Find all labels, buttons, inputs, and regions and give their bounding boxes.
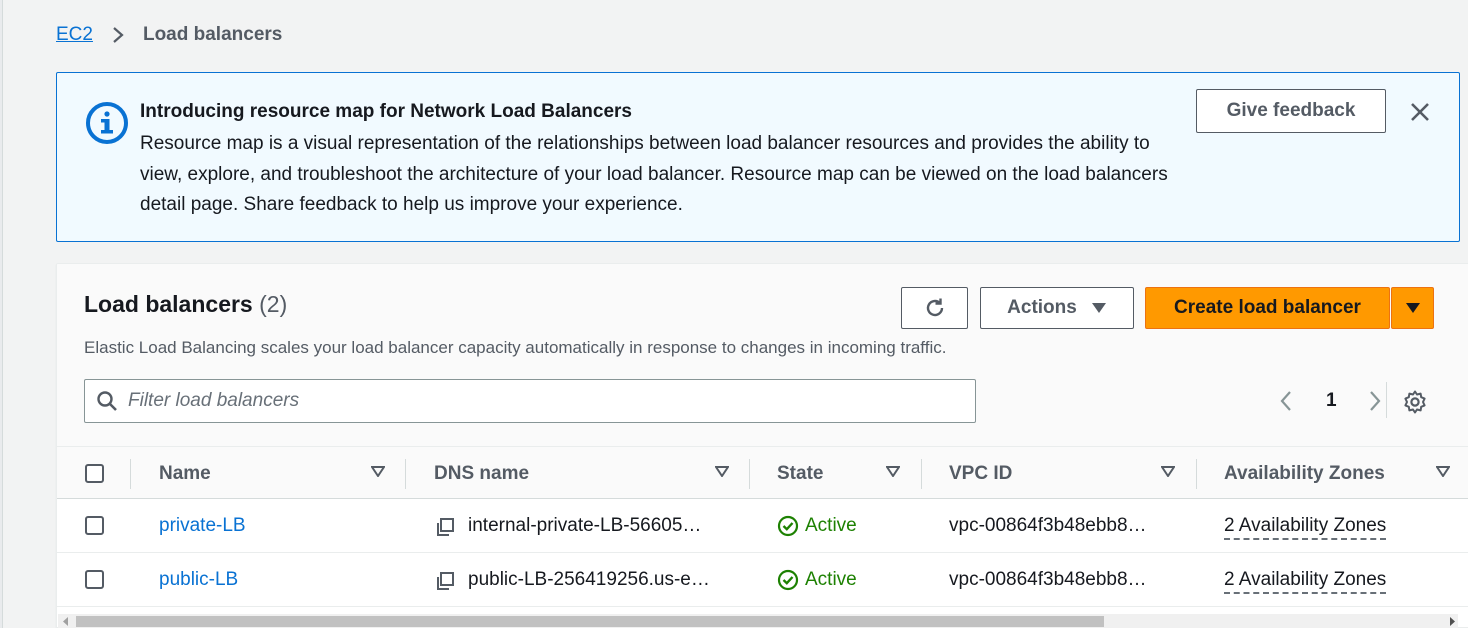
actions-label: Actions [1007,297,1077,318]
row-checkbox[interactable] [85,570,104,589]
row-checkbox[interactable] [85,516,104,535]
availability-zones-popover[interactable]: 2 Availability Zones [1224,569,1387,594]
scroll-left-arrow-icon[interactable] [62,617,70,626]
column-header-state[interactable]: State [777,463,823,485]
gear-icon[interactable] [1402,389,1428,415]
column-divider [749,459,750,489]
panel-count: (2) [259,291,288,317]
table-row[interactable]: public-LB public-LB-256419256.us-e… Acti… [57,553,1468,607]
success-check-icon [777,515,799,537]
actions-dropdown-button[interactable]: Actions [980,287,1134,329]
state-indicator: Active [777,569,857,591]
pagination: 1 [1273,387,1388,415]
banner-body: Resource map is a visual representation … [140,133,1168,215]
load-balancers-panel: Load balancers (2) Elastic Load Balancin… [56,263,1468,628]
table-header: Name DNS name State VPC ID Availability … [57,446,1468,499]
page-number[interactable]: 1 [1326,390,1337,412]
column-divider [921,459,922,489]
scrollbar-thumb[interactable] [76,616,1104,627]
state-label: Active [805,515,857,536]
close-icon[interactable] [1409,101,1431,123]
column-divider [130,459,131,489]
copy-icon[interactable] [435,571,455,591]
column-header-vpc[interactable]: VPC ID [949,463,1012,485]
select-all-checkbox[interactable] [85,464,104,483]
success-check-icon [777,569,799,591]
state-label: Active [805,569,857,590]
search-icon [96,390,118,412]
give-feedback-button[interactable]: Give feedback [1196,89,1386,133]
breadcrumb: EC2 Load balancers [56,24,282,46]
panel-header: Load balancers (2) Elastic Load Balancin… [57,264,1468,446]
create-load-balancer-button[interactable]: Create load balancer [1145,287,1390,329]
filter-input[interactable] [128,390,948,412]
panel-description: Elastic Load Balancing scales your load … [84,338,947,357]
copy-icon[interactable] [435,517,455,537]
column-divider [405,459,406,489]
chevron-right-icon[interactable] [1362,387,1388,415]
left-edge [0,0,3,628]
sort-caret-down-icon[interactable] [1161,466,1175,477]
vpc-id-value: vpc-00864f3b48ebb8… [949,569,1147,590]
table-row[interactable]: private-LB internal-private-LB-56605… Ac… [57,499,1468,553]
info-icon [84,100,130,146]
sort-caret-down-icon[interactable] [886,466,900,477]
column-divider [1196,459,1197,489]
scroll-right-arrow-icon[interactable] [1448,617,1456,626]
column-header-name[interactable]: Name [159,463,211,485]
create-options-dropdown-button[interactable] [1391,287,1434,329]
caret-down-icon [1405,302,1421,314]
dns-name-value: internal-private-LB-56605… [468,515,702,536]
panel-title-text: Load balancers [84,291,253,317]
vpc-id-value: vpc-00864f3b48ebb8… [949,515,1147,536]
state-indicator: Active [777,515,857,537]
refresh-icon [923,296,947,320]
sort-caret-down-icon[interactable] [371,466,385,477]
column-header-dns[interactable]: DNS name [434,463,529,485]
chevron-right-icon [111,25,125,45]
dns-name-value: public-LB-256419256.us-e… [468,569,710,590]
refresh-button[interactable] [901,287,968,329]
availability-zones-popover[interactable]: 2 Availability Zones [1224,515,1387,540]
info-banner: Introducing resource map for Network Loa… [56,72,1460,242]
load-balancer-name-link[interactable]: public-LB [159,569,238,591]
breadcrumb-current: Load balancers [142,24,283,45]
sort-caret-down-icon[interactable] [715,466,729,477]
load-balancer-name-link[interactable]: private-LB [159,515,246,537]
pager-divider [1386,382,1387,418]
breadcrumb-ec2-link[interactable]: EC2 [56,24,93,46]
horizontal-scrollbar[interactable] [58,614,1458,628]
sort-caret-down-icon[interactable] [1436,466,1450,477]
column-header-az[interactable]: Availability Zones [1224,463,1385,485]
banner-title: Introducing resource map for Network Loa… [140,101,632,122]
panel-title: Load balancers (2) [84,291,287,318]
chevron-left-icon[interactable] [1273,387,1299,415]
caret-down-icon [1091,302,1107,314]
filter-search-box[interactable] [84,379,976,423]
